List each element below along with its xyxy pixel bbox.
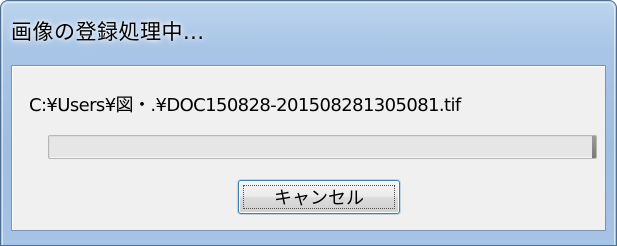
current-file-path: C:¥Users¥図・.¥DOC150828-201508281305081.t… xyxy=(29,95,461,116)
dialog-client-area: C:¥Users¥図・.¥DOC150828-201508281305081.t… xyxy=(11,65,606,231)
window-title: 画像の登録処理中... xyxy=(11,20,205,44)
title-bar[interactable]: 画像の登録処理中... xyxy=(9,1,608,61)
progress-dialog-window: 画像の登録処理中... C:¥Users¥図・.¥DOC150828-20150… xyxy=(0,0,617,246)
progress-bar xyxy=(48,135,597,159)
cancel-button-label: キャンセル xyxy=(274,188,364,209)
cancel-button[interactable]: キャンセル xyxy=(238,180,400,214)
